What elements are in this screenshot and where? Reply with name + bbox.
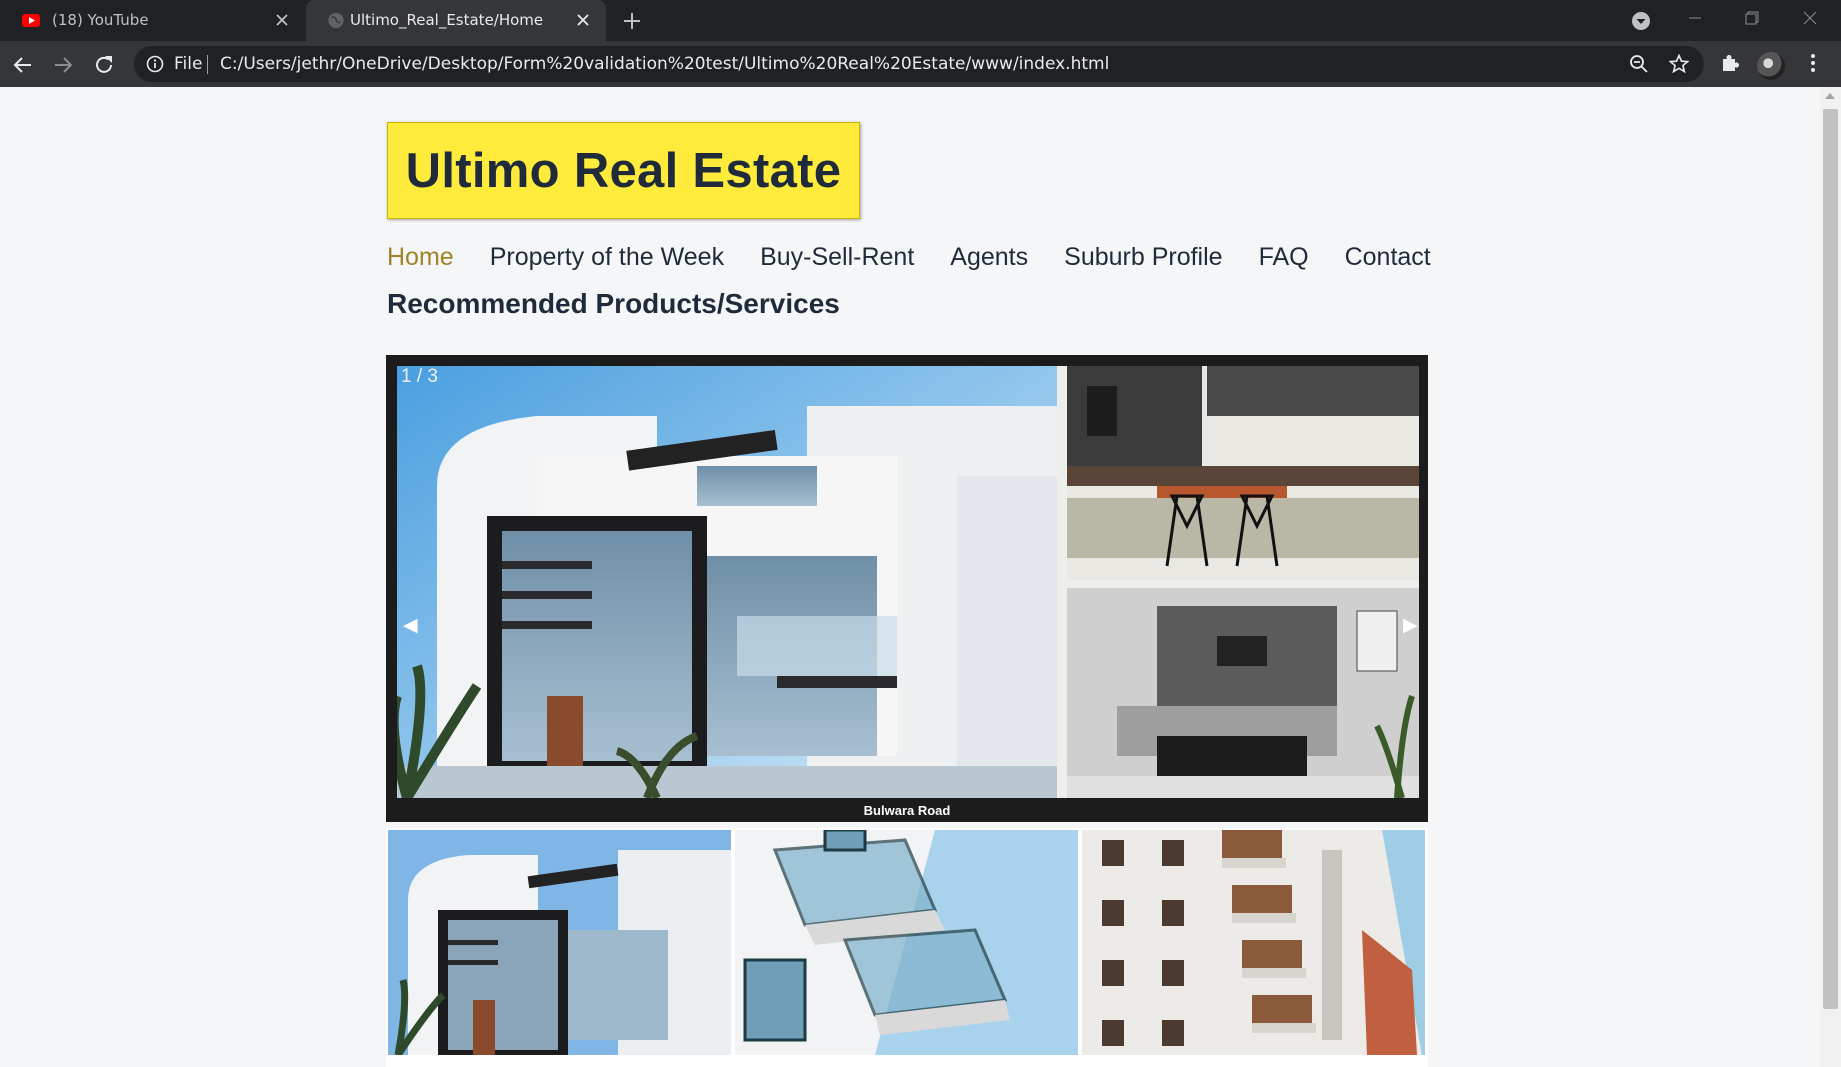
page-scrollbar[interactable] bbox=[1820, 87, 1841, 1067]
slide-counter: 1 / 3 bbox=[401, 366, 438, 387]
tab-title: (18) YouTube bbox=[52, 11, 149, 29]
thumbnail-strip bbox=[386, 828, 1428, 1067]
nav-suburb-profile[interactable]: Suburb Profile bbox=[1064, 243, 1222, 283]
section-title: Recommended Products/Services bbox=[387, 288, 840, 319]
address-url[interactable]: C:/Users/jethr/OneDrive/Desktop/Form%20v… bbox=[220, 54, 1109, 74]
minimize-icon[interactable] bbox=[1680, 6, 1710, 30]
address-bar[interactable]: File C:/Users/jethr/OneDrive/Desktop/For… bbox=[134, 46, 1704, 82]
tab-strip: (18) YouTube Ultimo_Real_Estate/Home bbox=[0, 0, 1841, 41]
main-nav: Home Property of the Week Buy-Sell-Rent … bbox=[387, 243, 1431, 283]
thumbnail-apartments[interactable] bbox=[1082, 830, 1425, 1055]
site-logo-text: Ultimo Real Estate bbox=[405, 143, 842, 198]
globe-icon bbox=[328, 12, 344, 29]
slide-image bbox=[397, 366, 1419, 798]
extensions-icon[interactable] bbox=[1719, 52, 1741, 74]
nav-property-of-the-week[interactable]: Property of the Week bbox=[490, 243, 724, 283]
address-divider bbox=[207, 55, 208, 74]
slide-next-button[interactable]: ▶ bbox=[1403, 614, 1418, 637]
info-icon[interactable] bbox=[146, 55, 164, 73]
nav-buy-sell-rent[interactable]: Buy-Sell-Rent bbox=[760, 243, 914, 283]
zoom-icon[interactable] bbox=[1629, 54, 1649, 74]
tab-ultimo[interactable]: Ultimo_Real_Estate/Home bbox=[306, 0, 606, 41]
scroll-up-arrow-icon[interactable] bbox=[1825, 93, 1835, 99]
nav-agents[interactable]: Agents bbox=[950, 243, 1028, 283]
back-icon[interactable] bbox=[10, 52, 36, 78]
window-close-icon[interactable] bbox=[1795, 6, 1825, 30]
thumbnail-balconies[interactable] bbox=[735, 830, 1078, 1055]
new-tab-icon[interactable] bbox=[619, 8, 645, 34]
close-icon[interactable] bbox=[273, 11, 291, 29]
address-scheme: File bbox=[174, 54, 203, 74]
avatar[interactable] bbox=[1757, 52, 1785, 80]
close-icon[interactable] bbox=[574, 11, 592, 29]
youtube-icon bbox=[22, 14, 40, 27]
reload-icon[interactable] bbox=[91, 52, 117, 78]
page-viewport: Ultimo Real Estate Home Property of the … bbox=[0, 87, 1820, 1067]
tab-youtube[interactable]: (18) YouTube bbox=[0, 0, 305, 41]
scrollbar-thumb[interactable] bbox=[1823, 109, 1838, 1009]
slideshow: 1 / 3 ◀ ▶ bbox=[386, 355, 1428, 800]
browser-toolbar: File C:/Users/jethr/OneDrive/Desktop/For… bbox=[0, 41, 1841, 87]
slide-prev-button[interactable]: ◀ bbox=[403, 614, 418, 637]
slide-caption: Bulwara Road bbox=[386, 800, 1428, 822]
nav-home[interactable]: Home bbox=[387, 243, 454, 283]
restore-icon[interactable] bbox=[1737, 6, 1767, 30]
nav-contact[interactable]: Contact bbox=[1345, 243, 1431, 283]
tab-search-icon[interactable] bbox=[1630, 10, 1652, 32]
thumbnail-house[interactable] bbox=[388, 830, 731, 1055]
tab-title: Ultimo_Real_Estate/Home bbox=[350, 11, 544, 29]
site-logo[interactable]: Ultimo Real Estate bbox=[387, 122, 860, 219]
forward-icon[interactable] bbox=[50, 52, 76, 78]
nav-faq[interactable]: FAQ bbox=[1259, 243, 1309, 283]
bookmark-star-icon[interactable] bbox=[1669, 54, 1689, 74]
more-menu-icon[interactable] bbox=[1805, 52, 1821, 74]
